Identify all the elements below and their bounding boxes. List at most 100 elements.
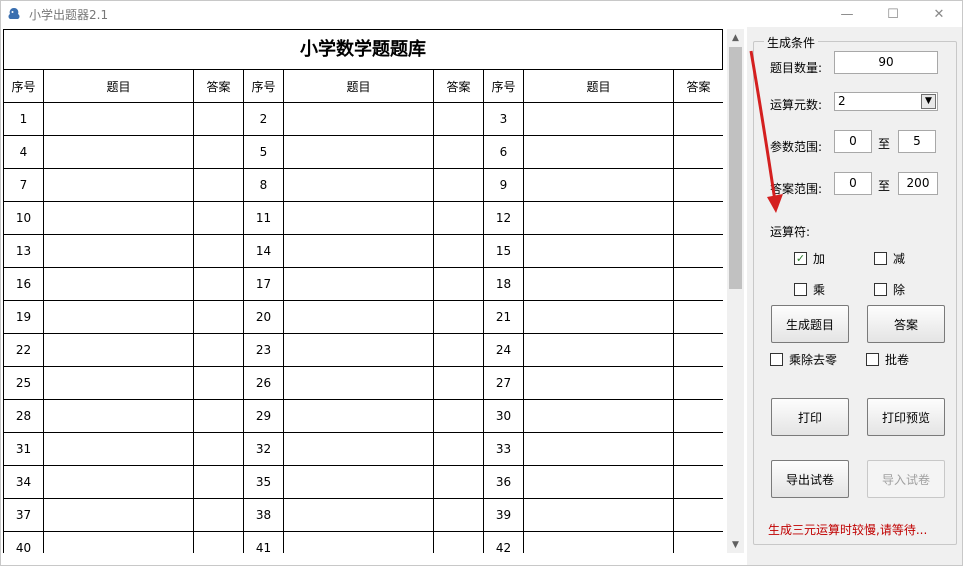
question-cell [283,102,434,136]
seq-cell: 5 [243,135,284,169]
group-title: 生成条件 [764,34,819,51]
table-row: 22 23 24 [3,333,723,367]
answer-cell [673,333,723,367]
question-cell [523,432,674,466]
seq-cell: 36 [483,465,524,499]
question-cell [283,366,434,400]
answer-cell [193,300,244,334]
grade-checkbox[interactable]: 批卷 [866,351,909,368]
mul-checkbox[interactable]: 乘 [794,281,825,298]
answer-min-input[interactable]: 0 [834,172,872,195]
seq-cell: 8 [243,168,284,202]
sub-check-icon[interactable] [874,252,887,265]
question-cell [43,531,194,553]
question-cell [283,531,434,553]
question-cell [43,267,194,301]
seq-cell: 23 [243,333,284,367]
answer-cell [433,168,484,202]
div-checkbox[interactable]: 除 [874,281,905,298]
seq-cell: 24 [483,333,524,367]
question-sheet: 小学数学题题库 序号 题目 答案 序号 题目 答案 序号 题目 答案 1 2 3 4 5 6 7 8 9 10 11… [3,29,723,553]
table-row: 31 32 33 [3,432,723,466]
answer-to-label: 至 [878,179,891,193]
seq-cell: 35 [243,465,284,499]
seq-cell: 14 [243,234,284,268]
seq-cell: 6 [483,135,524,169]
column-header-seq: 序号 [3,69,44,103]
question-cell [43,465,194,499]
table-row: 34 35 36 [3,465,723,499]
scroll-up-icon[interactable]: ▲ [727,29,744,46]
count-input[interactable]: 90 [834,51,938,74]
question-cell [43,168,194,202]
column-header-question: 题目 [523,69,674,103]
vertical-scrollbar[interactable]: ▲ ▼ [727,29,744,553]
answer-cell [433,234,484,268]
question-cell [43,300,194,334]
no-zero-check-icon[interactable] [770,353,783,366]
mul-check-icon[interactable] [794,283,807,296]
operands-select[interactable]: 2 ▼ [834,92,938,111]
answer-cell [673,201,723,235]
answer-max-input[interactable]: 200 [898,172,938,195]
param-min-input[interactable]: 0 [834,130,872,153]
print-preview-button[interactable]: 打印预览 [867,398,945,436]
answer-cell [673,366,723,400]
import-button: 导入试卷 [867,460,945,498]
answer-cell [193,168,244,202]
minimize-button[interactable]: — [824,1,870,27]
add-check-icon[interactable]: ✓ [794,252,807,265]
answer-button[interactable]: 答案 [867,305,945,343]
question-cell [523,135,674,169]
question-cell [43,234,194,268]
generate-button[interactable]: 生成题目 [771,305,849,343]
answer-cell [433,399,484,433]
answer-cell [673,531,723,553]
answer-cell [433,102,484,136]
question-cell [523,333,674,367]
column-header-seq: 序号 [243,69,284,103]
question-cell [283,498,434,532]
question-cell [283,333,434,367]
question-cell [283,267,434,301]
grade-check-icon[interactable] [866,353,879,366]
seq-cell: 42 [483,531,524,553]
question-cell [523,531,674,553]
seq-cell: 21 [483,300,524,334]
scroll-down-icon[interactable]: ▼ [727,536,744,553]
seq-cell: 26 [243,366,284,400]
param-max-input[interactable]: 5 [898,130,936,153]
sub-checkbox[interactable]: 减 [874,250,905,267]
options-panel: 生成条件 题目数量: 90 运算元数: 2 ▼ 参数范围: 0 至 5 答案范围… [747,27,962,565]
answer-range-label: 答案范围: [770,182,823,196]
answer-cell [433,135,484,169]
answer-cell [433,498,484,532]
answer-cell [673,168,723,202]
chevron-down-icon[interactable]: ▼ [921,94,936,109]
maximize-button[interactable]: ☐ [870,1,916,27]
no-zero-checkbox[interactable]: 乘除去零 [770,351,837,368]
seq-cell: 31 [3,432,44,466]
seq-cell: 4 [3,135,44,169]
print-button[interactable]: 打印 [771,398,849,436]
question-cell [43,498,194,532]
table-row: 1 2 3 [3,102,723,136]
question-cell [283,201,434,235]
div-check-icon[interactable] [874,283,887,296]
scroll-thumb[interactable] [729,47,742,289]
answer-cell [433,201,484,235]
close-button[interactable]: ✕ [916,1,962,27]
seq-cell: 33 [483,432,524,466]
export-button[interactable]: 导出试卷 [771,460,849,498]
question-cell [43,399,194,433]
answer-cell [193,102,244,136]
answer-cell [673,267,723,301]
question-cell [523,465,674,499]
question-cell [43,432,194,466]
mul-label: 乘 [813,283,826,297]
add-checkbox[interactable]: ✓ 加 [794,250,825,267]
answer-cell [433,333,484,367]
table-row: 4 5 6 [3,135,723,169]
table-header-row: 序号 题目 答案 序号 题目 答案 序号 题目 答案 [3,69,723,103]
param-to-label: 至 [878,137,891,151]
